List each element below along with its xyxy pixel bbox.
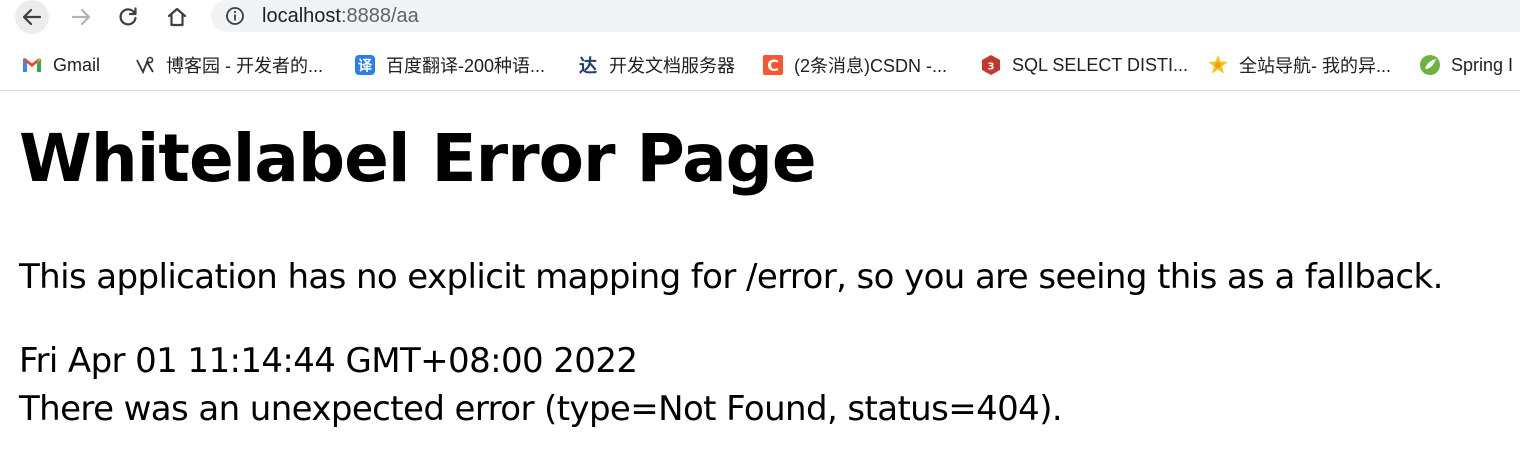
forward-button[interactable] [64, 0, 98, 34]
bookmark-label: 博客园 - 开发者的... [166, 56, 323, 76]
home-icon [167, 7, 187, 27]
home-button[interactable] [160, 0, 194, 34]
bookmark-label: 全站导航- 我的异... [1239, 56, 1391, 76]
info-icon[interactable] [225, 6, 245, 26]
address-bar[interactable]: localhost:8888/aa [211, 0, 1520, 32]
bookmark-cnblogs[interactable]: 博客园 - 开发者的... [134, 51, 323, 79]
page-title: Whitelabel Error Page [19, 120, 817, 197]
bookmark-spring[interactable]: Spring I [1419, 51, 1513, 79]
url-text[interactable]: localhost:8888/aa [262, 4, 419, 28]
baidu-translate-icon: 译 [355, 55, 375, 75]
back-button[interactable] [15, 0, 49, 34]
reload-icon [119, 7, 137, 26]
bookmark-label: Gmail [53, 54, 101, 75]
url-host: localhost [262, 5, 341, 27]
nav-icon [1208, 55, 1228, 74]
error-message: This application has no explicit mapping… [19, 257, 1443, 297]
csdn-icon: C [763, 55, 783, 75]
cnblogs-icon [136, 56, 154, 75]
bookmark-gmail[interactable]: Gmail [21, 51, 100, 79]
svg-text:C: C [767, 56, 779, 75]
url-path: :8888/aa [340, 5, 419, 27]
error-timestamp: Fri Apr 01 11:14:44 GMT+08:00 2022 [19, 341, 638, 381]
bookmark-csdn[interactable]: C (2条消息)CSDN -... [762, 51, 947, 79]
bookmark-devdocs[interactable]: 达 开发文档服务器 [577, 51, 735, 79]
bookmark-w3school[interactable]: 3 SQL SELECT DISTI... [980, 51, 1188, 79]
w3school-icon: 3 [982, 55, 1000, 75]
bookmark-label: 百度翻译-200种语... [386, 56, 546, 76]
svg-text:达: 达 [579, 55, 597, 76]
gmail-icon [23, 58, 41, 72]
bookmark-label: 开发文档服务器 [609, 56, 735, 76]
browser-toolbar: localhost:8888/aa [0, 0, 1520, 36]
bookmark-baidu-translate[interactable]: 译 百度翻译-200种语... [354, 51, 545, 79]
svg-text:译: 译 [358, 59, 373, 75]
arrow-left-icon [22, 8, 42, 26]
bookmark-label: Spring I [1451, 54, 1514, 75]
bookmark-label: (2条消息)CSDN -... [794, 56, 947, 76]
bookmark-nav[interactable]: 全站导航- 我的异... [1207, 51, 1391, 79]
reload-button[interactable] [111, 0, 145, 34]
bookmark-label: SQL SELECT DISTI... [1012, 54, 1189, 75]
devdocs-icon: 达 [579, 55, 597, 76]
error-detail: There was an unexpected error (type=Not … [19, 389, 1063, 429]
svg-text:3: 3 [988, 62, 995, 73]
spring-icon [1420, 55, 1440, 75]
bookmarks-bar: Gmail 博客园 - 开发者的... 译 百度翻译-200种语... 达 开发… [0, 40, 1520, 91]
arrow-right-icon [71, 8, 91, 26]
